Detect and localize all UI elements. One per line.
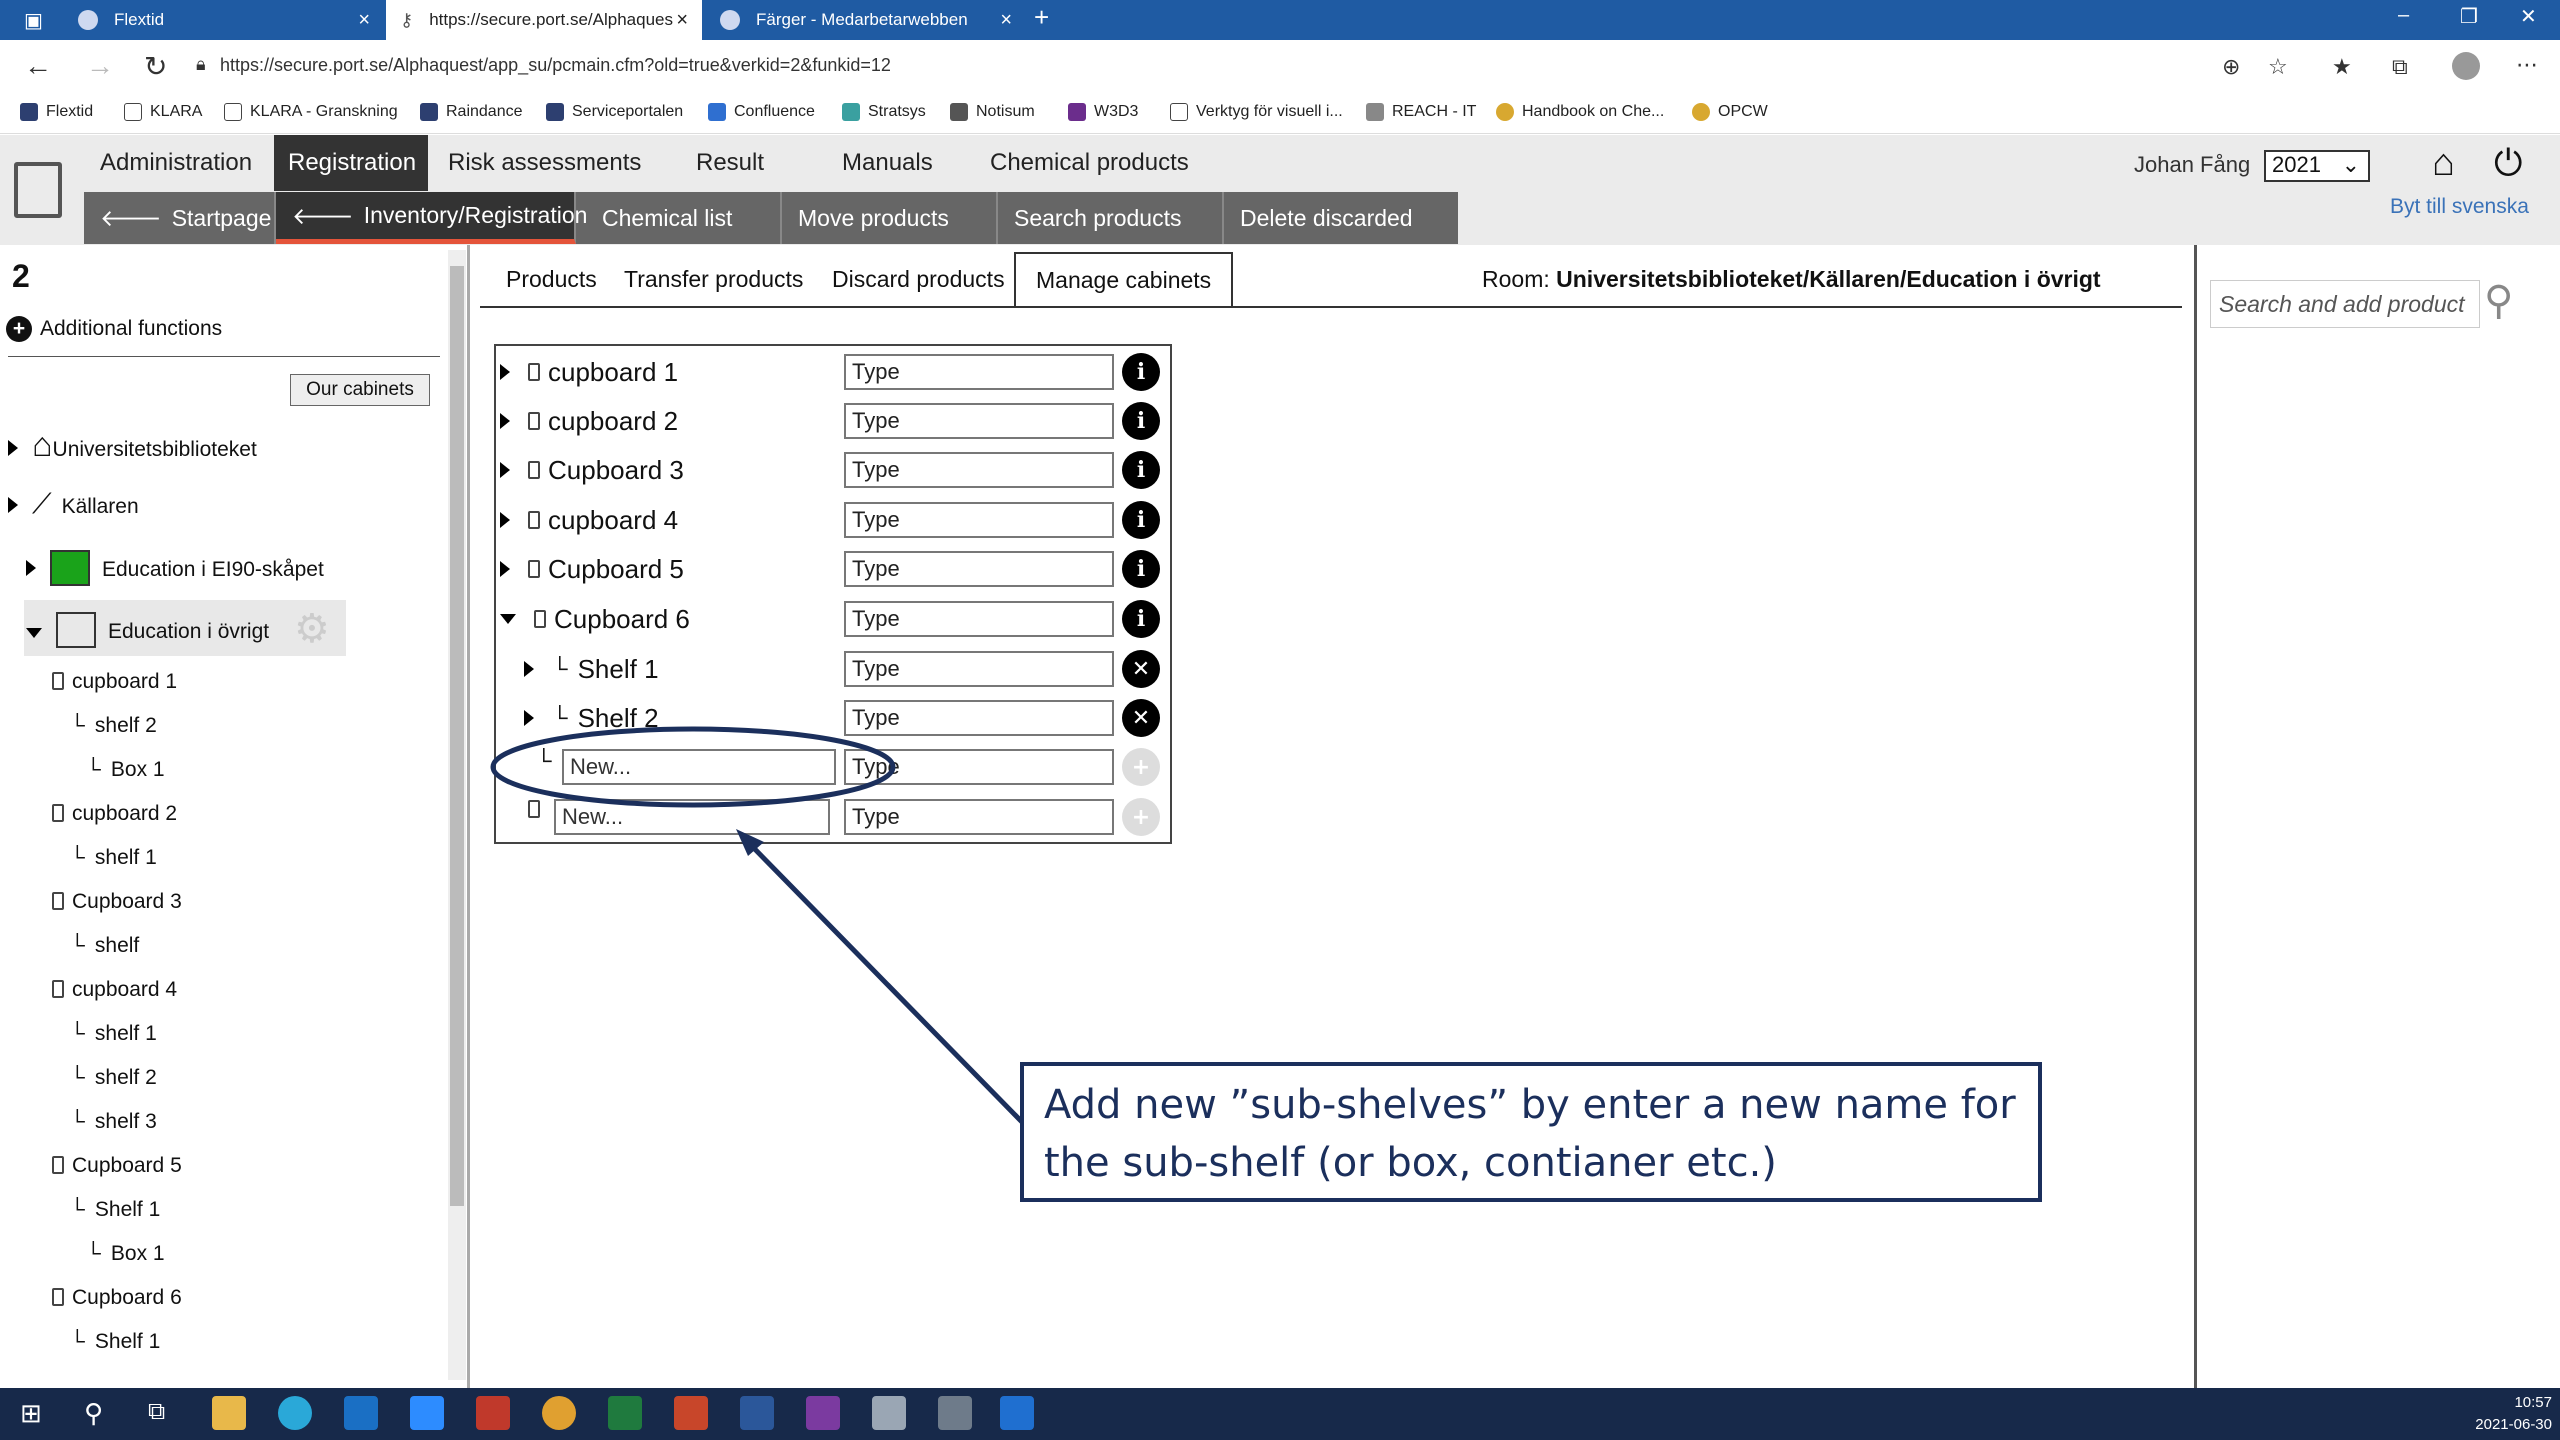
callout-arrow-line <box>742 836 1024 1124</box>
windows-taskbar <box>0 1388 2560 1440</box>
box-app-icon[interactable] <box>1000 1396 1034 1430</box>
edge-icon[interactable] <box>278 1396 312 1430</box>
zoom-app-icon[interactable] <box>410 1396 444 1430</box>
chrome-icon[interactable] <box>542 1396 576 1430</box>
callout-line-1: Add new ”sub-shelves” by enter a new nam… <box>1044 1082 2016 1128</box>
right-panel <box>2194 245 2560 1388</box>
powerpoint-icon[interactable] <box>674 1396 708 1430</box>
task-view-icon[interactable]: ⧉ <box>148 1398 165 1426</box>
windows-start-icon[interactable]: ⊞ <box>20 1398 42 1429</box>
calculator-icon[interactable] <box>938 1396 972 1430</box>
search-taskbar-icon[interactable]: ⚲ <box>84 1398 103 1429</box>
clock-time: 10:57 <box>2514 1394 2552 1411</box>
search-add-product-input[interactable]: Search and add product <box>2210 280 2480 328</box>
excel-icon[interactable] <box>608 1396 642 1430</box>
system-clock[interactable]: 10:57 2021-06-30 <box>2466 1392 2552 1436</box>
onenote-icon[interactable] <box>806 1396 840 1430</box>
callout-box: Add new ”sub-shelves” by enter a new nam… <box>1020 1062 2042 1202</box>
network-app-icon[interactable] <box>872 1396 906 1430</box>
clock-date: 2021-06-30 <box>2475 1416 2552 1433</box>
shield-app-icon[interactable] <box>476 1396 510 1430</box>
annotation-overlay <box>490 726 1024 1124</box>
callout-line-2: the sub-shelf (or box, contianer etc.) <box>1044 1140 1777 1186</box>
search-icon[interactable]: ⚲ <box>2484 278 2513 324</box>
highlight-ellipse <box>490 726 896 808</box>
outlook-icon[interactable] <box>344 1396 378 1430</box>
file-explorer-icon[interactable] <box>212 1396 246 1430</box>
word-icon[interactable] <box>740 1396 774 1430</box>
